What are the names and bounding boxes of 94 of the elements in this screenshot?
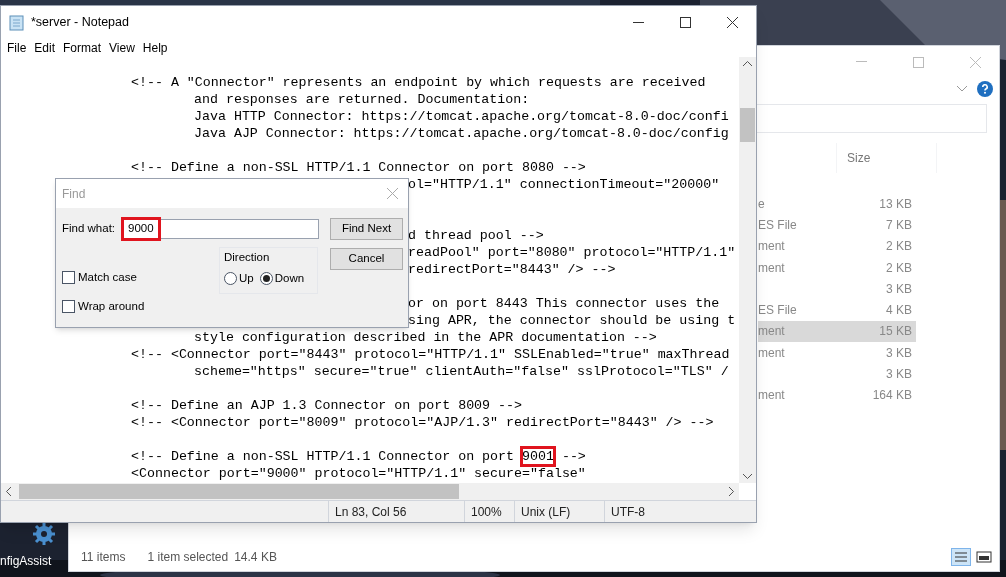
search-term-highlight: 9000 <box>121 217 161 241</box>
file-size: 3 KB <box>886 366 912 383</box>
code-line: <!-- Define an AJP 1.3 Connector on port 8009 --> <box>131 397 522 414</box>
maximize-icon[interactable] <box>680 17 691 28</box>
file-size: 2 KB <box>886 238 912 256</box>
code-line: scheme="https" secure="true" clientAuth="false" sslProtocol="TLS" / <box>194 363 729 380</box>
file-row[interactable]: ment 2 KB <box>758 235 916 257</box>
file-size: 3 KB <box>886 280 912 298</box>
horizontal-scrollbar[interactable] <box>1 483 739 500</box>
file-row[interactable]: 3 KB <box>758 278 916 300</box>
checkbox-label: Match case <box>78 270 137 285</box>
code-line: redirectPort="8443" /> --> <box>408 261 616 278</box>
scroll-down-icon[interactable] <box>743 474 752 479</box>
code-line: <!-- Define a non-SSL HTTP/1.1 Connector on port 8080 --> <box>131 159 586 176</box>
field-label: Find what: <box>62 221 116 237</box>
desktop-icon-label[interactable]: nfigAssist <box>0 552 52 570</box>
code-line: d thread pool --> <box>408 227 544 244</box>
code-line: <Connector port="9000" protocol="HTTP/1.1" secure="false" <box>131 465 586 482</box>
file-size: 15 KB <box>879 323 912 341</box>
find-input[interactable]: 9000 <box>122 219 319 239</box>
file-type: ment <box>758 323 785 341</box>
status-field: Ln 83, Col 56 <box>328 501 464 522</box>
file-size: 3 KB <box>886 344 912 362</box>
checkbox[interactable] <box>62 300 75 314</box>
file-type: ment <box>758 387 785 405</box>
code-line: ol="HTTP/1.1" connectionTimeout="20000" <box>408 176 720 193</box>
selection-size: 14.4 KB <box>234 549 277 566</box>
file-row[interactable]: ment 164 KB <box>758 384 916 406</box>
code-line: <!-- A "Connector" represents an endpoint by which requests are received <box>131 74 706 91</box>
file-size: 7 KB <box>886 216 912 234</box>
chevron-down-icon[interactable] <box>957 86 967 92</box>
dialog-button[interactable]: Cancel <box>330 248 403 270</box>
dialog-title: Find <box>62 185 86 203</box>
code-line: <!-- <Connector port="8009" protocol="AJP/1.3" redirectPort="8443" /> --> <box>131 414 714 431</box>
file-type: ment <box>758 238 785 256</box>
highlight-mark: 9001 <box>522 448 554 465</box>
radio-button[interactable] <box>259 272 273 286</box>
file-type: ES File <box>758 302 797 320</box>
status-field: Unix (LF) <box>514 501 604 522</box>
file-row[interactable]: ment 3 KB <box>758 342 916 364</box>
radio-label: Up <box>239 271 254 287</box>
file-row[interactable]: ES File 4 KB <box>758 299 916 321</box>
code-line: readPool" port="8080" protocol="HTTP/1.1" <box>408 244 736 261</box>
scroll-thumb[interactable] <box>19 484 459 499</box>
file-size: 164 KB <box>872 387 912 405</box>
file-type: ment <box>758 259 785 277</box>
code-line: Java AJP Connector: https://tomcat.apache.org/tomcat-8.0-doc/config <box>194 125 729 142</box>
code-line: or on port 8443 This connector uses the <box>408 295 720 312</box>
menu-item[interactable]: Edit <box>30 39 60 57</box>
file-type: ment <box>758 344 785 362</box>
file-type: e <box>758 195 765 213</box>
code-line: <!-- <Connector port="8443" protocol="HTTP/1.1" SSLEnabled="true" maxThread <box>131 346 730 363</box>
file-size: 4 KB <box>886 302 912 320</box>
radio-button[interactable] <box>224 272 237 286</box>
scroll-up-icon[interactable] <box>743 61 752 66</box>
file-row[interactable]: ES File 7 KB <box>758 214 916 236</box>
column-header[interactable]: Size <box>837 143 937 173</box>
file-row[interactable]: ment 15 KB <box>758 320 916 343</box>
scroll-thumb[interactable] <box>740 108 755 142</box>
file-size: 13 KB <box>879 195 912 213</box>
file-row[interactable]: 3 KB <box>758 363 916 385</box>
minimize-icon[interactable] <box>633 21 644 24</box>
file-size: 2 KB <box>886 259 912 277</box>
code-line: --> <box>560 448 586 465</box>
checkbox[interactable] <box>62 271 75 285</box>
file-row[interactable]: ment 2 KB <box>758 256 916 279</box>
file-row[interactable]: e 13 KB <box>758 193 916 215</box>
thumbnail-view-icon[interactable] <box>974 548 994 566</box>
help-icon[interactable] <box>977 81 993 97</box>
file-type: ES File <box>758 216 797 234</box>
menu-item[interactable]: Help <box>138 39 172 57</box>
code-line: Java HTTP Connector: https://tomcat.apache.org/tomcat-8.0-doc/confi <box>194 108 729 125</box>
code-line: sing APR, the connector should be using t <box>408 312 736 329</box>
scroll-right-icon[interactable] <box>729 487 734 496</box>
notepad-icon <box>9 14 25 31</box>
dialog-button[interactable]: Find Next <box>330 218 403 240</box>
address-field[interactable] <box>757 104 987 133</box>
vertical-scrollbar[interactable] <box>739 57 756 483</box>
scroll-left-icon[interactable] <box>6 487 11 496</box>
status-field: UTF-8 <box>604 501 704 522</box>
item-count: 11 items <box>81 549 126 566</box>
group-label: Direction <box>224 250 271 265</box>
selection-info: 1 item selected <box>147 549 229 566</box>
menu-item[interactable]: File <box>3 39 31 57</box>
menu-item[interactable]: View <box>105 39 139 57</box>
window-title: *server - Notepad <box>31 14 129 32</box>
status-field: 100% <box>464 501 514 522</box>
radio-label: Down <box>274 271 305 287</box>
menu-item[interactable]: Format <box>59 39 106 57</box>
checkbox-label: Wrap around <box>78 299 145 315</box>
close-icon[interactable] <box>727 17 738 28</box>
code-line: style configuration described in the APR documentation --> <box>194 329 657 346</box>
code-line: <!-- Define a non-SSL HTTP/1.1 Connector on port <box>131 448 515 465</box>
code-line: and responses are returned. Documentation: <box>194 91 530 108</box>
